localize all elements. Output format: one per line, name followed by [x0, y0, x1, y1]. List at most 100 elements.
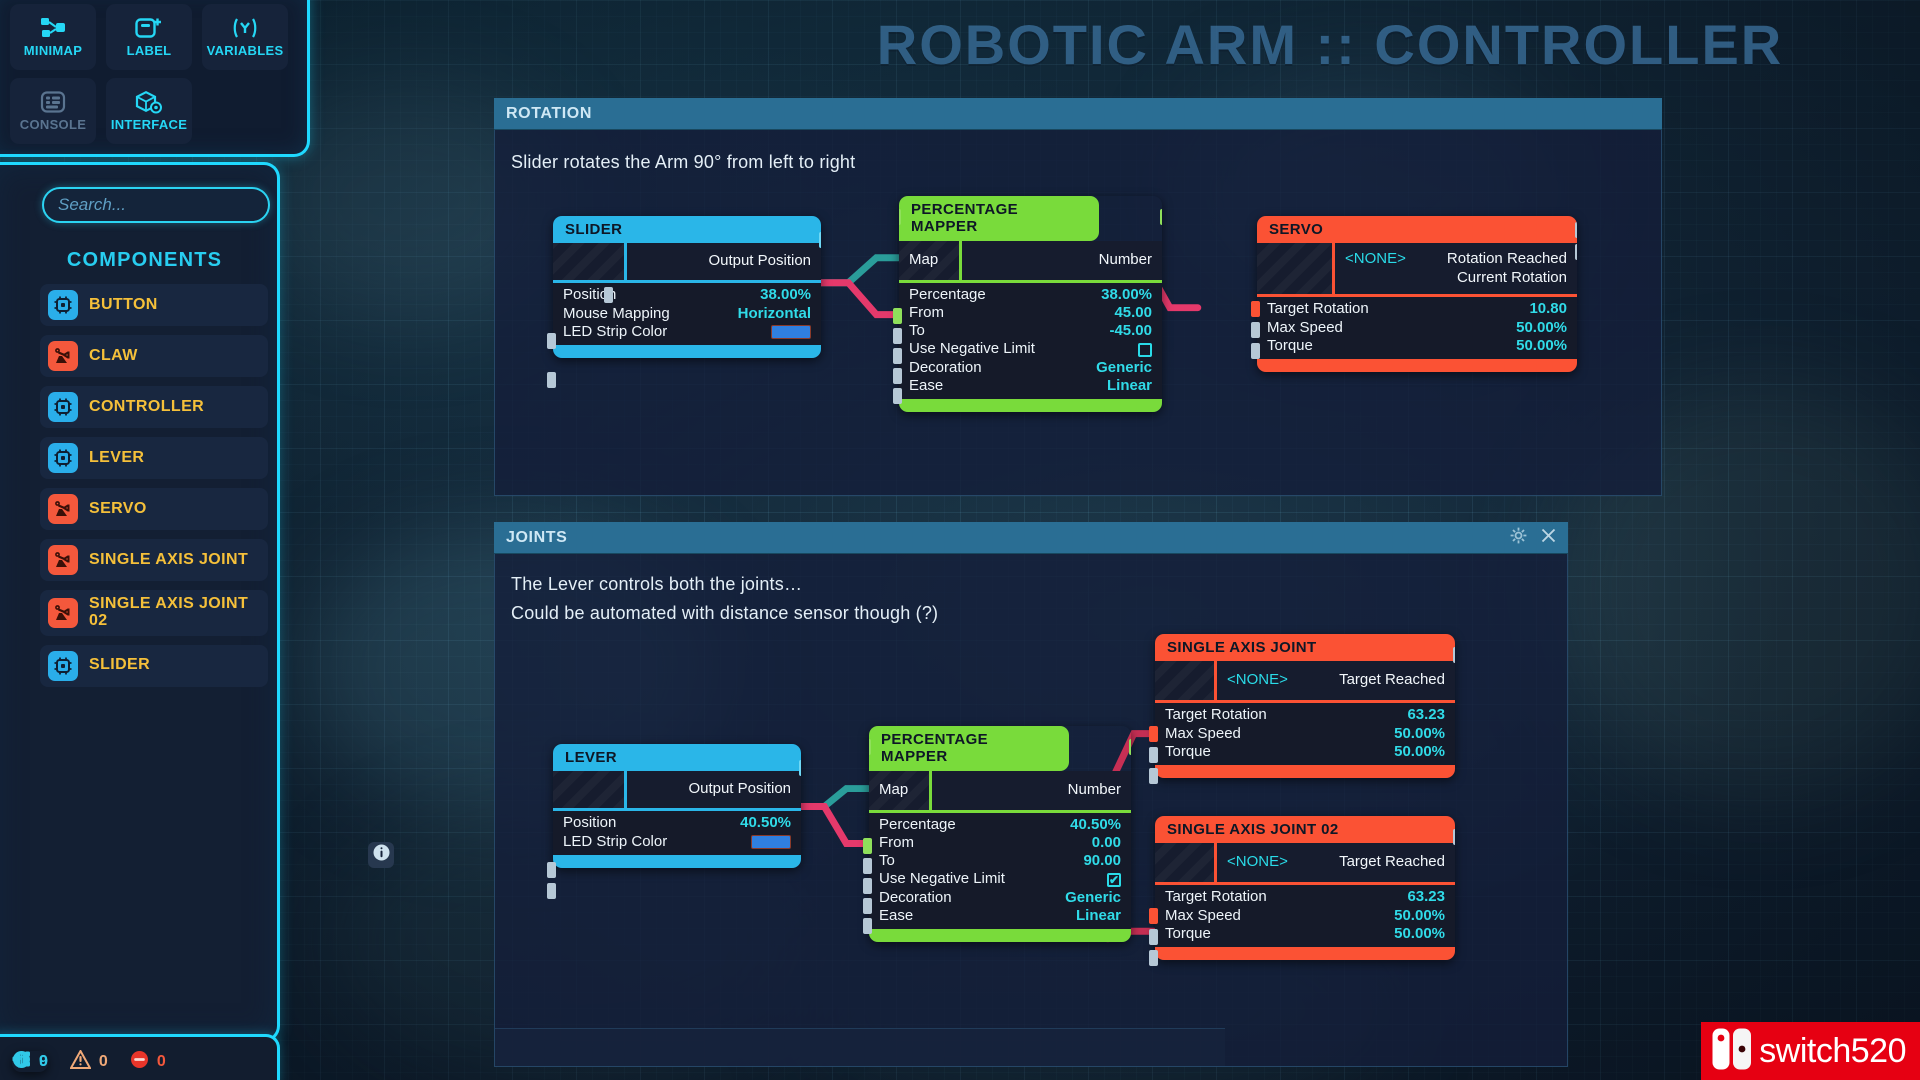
property-value[interactable]: 90.00	[1083, 852, 1121, 870]
property-value[interactable]: 38.00%	[760, 286, 811, 304]
mapper2-port-nub-negative-limit[interactable]	[863, 898, 872, 914]
output-port-label[interactable]: Target Reached	[1339, 671, 1445, 690]
property-value[interactable]: 40.50%	[740, 814, 791, 832]
property-row[interactable]: From 0.00	[879, 834, 1121, 852]
panel-header[interactable]: ROTATION	[494, 98, 1662, 130]
property-row[interactable]: Percentage 40.50%	[879, 816, 1121, 834]
property-value[interactable]: 50.00%	[1516, 337, 1567, 355]
property-row[interactable]: LED Strip Color	[563, 833, 791, 851]
property-row[interactable]: Percentage 38.00%	[909, 286, 1152, 304]
mapper2-port-nub-percentage[interactable]	[863, 838, 872, 854]
property-row[interactable]: Torque 50.00%	[1165, 743, 1445, 761]
search-box[interactable]	[42, 187, 270, 223]
servo-port-nub-target-rotation[interactable]	[1251, 301, 1260, 317]
search-input[interactable]	[58, 195, 254, 215]
property-value[interactable]: 50.00%	[1516, 319, 1567, 337]
led-strip-color-swatch[interactable]	[751, 834, 791, 849]
property-value[interactable]: 45.00	[1114, 304, 1152, 322]
property-row[interactable]: Target Rotation 63.23	[1165, 888, 1445, 906]
property-row[interactable]: Torque 50.00%	[1267, 337, 1567, 355]
sidebar-item-button[interactable]: BUTTON	[40, 284, 268, 326]
input-port-nub[interactable]	[899, 209, 901, 225]
mapper2-port-nub-decoration[interactable]	[863, 918, 872, 934]
output-port-label[interactable]: Number	[1099, 251, 1152, 270]
output-port-label[interactable]: Number	[1068, 781, 1121, 800]
node-single-axis-joint[interactable]: SINGLE AXIS JOINT <NONE> Target Reached …	[1155, 634, 1455, 779]
property-row[interactable]: Position 38.00%	[563, 286, 811, 304]
output-port-label[interactable]: Output Position	[708, 252, 811, 271]
info-button[interactable]	[368, 842, 394, 868]
output-port-label[interactable]: Current Rotation	[1457, 269, 1567, 288]
output-port-nub-rotation-reached[interactable]	[1575, 222, 1577, 238]
status-warning-count[interactable]: 0	[69, 1048, 108, 1074]
joint1-port-nub-max-speed[interactable]	[1149, 747, 1158, 763]
input-port-label[interactable]: <NONE>	[1227, 853, 1288, 872]
gear-icon[interactable]	[1510, 527, 1527, 549]
joint2-port-nub-torque[interactable]	[1149, 950, 1158, 966]
property-row[interactable]: From 45.00	[909, 304, 1152, 322]
property-row[interactable]: Decoration Generic	[909, 359, 1152, 377]
property-row[interactable]: Torque 50.00%	[1165, 925, 1445, 943]
property-row[interactable]: Max Speed 50.00%	[1165, 907, 1445, 925]
property-value[interactable]: 50.00%	[1394, 743, 1445, 761]
property-row[interactable]: Max Speed 50.00%	[1267, 319, 1567, 337]
property-row[interactable]: To 90.00	[879, 852, 1121, 870]
slider-port-nub-led[interactable]	[547, 372, 556, 388]
sidebar-item-slider[interactable]: SLIDER	[40, 644, 268, 687]
property-row[interactable]: Target Rotation 10.80	[1267, 300, 1567, 318]
node-slider[interactable]: SLIDER Output Position Position 38.00% M…	[553, 216, 821, 359]
servo-port-nub-torque[interactable]	[1251, 343, 1260, 359]
servo-port-nub-max-speed[interactable]	[1251, 322, 1260, 338]
lever-port-nub-led[interactable]	[547, 883, 556, 899]
toolbar-button-interface[interactable]: INTERFACE	[106, 78, 192, 144]
sidebar-item-servo[interactable]: SERVO	[40, 488, 268, 530]
output-port-label[interactable]: Output Position	[688, 780, 791, 799]
property-row[interactable]: Ease Linear	[909, 377, 1152, 395]
led-strip-color-swatch[interactable]	[771, 324, 811, 339]
toolbar-button-console[interactable]: CONSOLE	[10, 78, 96, 144]
sidebar-item-single-axis-joint-02[interactable]: SINGLE AXIS JOINT 02	[40, 590, 268, 636]
property-port-nub[interactable]	[604, 287, 613, 304]
toolbar-button-label[interactable]: LABEL	[106, 4, 192, 70]
output-port-nub[interactable]	[799, 760, 801, 776]
mapper-port-nub-percentage[interactable]	[893, 308, 902, 324]
input-port-label[interactable]: <NONE>	[1227, 671, 1288, 690]
joint1-port-nub-target-rotation[interactable]	[1149, 726, 1158, 742]
property-row[interactable]: Use Negative Limit ✔	[879, 870, 1121, 888]
node-lever[interactable]: LEVER Output Position Position 40.50% LE…	[553, 744, 801, 868]
output-port-nub[interactable]	[1160, 209, 1162, 225]
property-row[interactable]: Position 40.50%	[563, 814, 791, 832]
output-port-nub-target-reached[interactable]	[1453, 829, 1455, 845]
output-port-nub-target-reached[interactable]	[1453, 647, 1455, 663]
property-value[interactable]: 63.23	[1407, 888, 1445, 906]
close-icon[interactable]	[1541, 528, 1556, 548]
property-row[interactable]: Use Negative Limit	[909, 340, 1152, 358]
status-node-count[interactable]: 9	[12, 1051, 48, 1072]
property-value[interactable]: Horizontal	[738, 305, 811, 323]
input-port-label[interactable]: <NONE>	[1345, 250, 1406, 269]
output-port-nub-current-rotation[interactable]	[1575, 244, 1577, 260]
property-value[interactable]: 0.00	[1092, 834, 1121, 852]
sidebar-item-claw[interactable]: CLAW	[40, 335, 268, 377]
panel-header[interactable]: JOINTS	[494, 522, 1568, 554]
output-port-label[interactable]: Target Reached	[1339, 853, 1445, 872]
property-value[interactable]: 10.80	[1529, 300, 1567, 318]
node-single-axis-joint-02[interactable]: SINGLE AXIS JOINT 02 <NONE> Target Reach…	[1155, 816, 1455, 961]
property-value[interactable]: Generic	[1096, 359, 1152, 377]
slider-port-nub-position[interactable]	[547, 333, 556, 349]
property-row[interactable]: Max Speed 50.00%	[1165, 725, 1445, 743]
mapper-port-nub-decoration[interactable]	[893, 388, 902, 404]
sidebar-item-single-axis-joint[interactable]: SINGLE AXIS JOINT	[40, 539, 268, 581]
mapper-port-nub-from[interactable]	[893, 328, 902, 344]
sidebar-item-lever[interactable]: LEVER	[40, 437, 268, 479]
property-value[interactable]: 40.50%	[1070, 816, 1121, 834]
use-negative-limit-checkbox[interactable]: ✔	[1107, 872, 1121, 887]
property-value[interactable]: Generic	[1065, 889, 1121, 907]
property-row[interactable]: Target Rotation 63.23	[1165, 706, 1445, 724]
property-value[interactable]: Linear	[1076, 907, 1121, 925]
output-port-label[interactable]: Rotation Reached	[1447, 250, 1567, 269]
property-row[interactable]: Decoration Generic	[879, 889, 1121, 907]
property-value[interactable]: 63.23	[1407, 706, 1445, 724]
output-port-nub[interactable]	[819, 232, 821, 248]
property-row[interactable]: To -45.00	[909, 322, 1152, 340]
